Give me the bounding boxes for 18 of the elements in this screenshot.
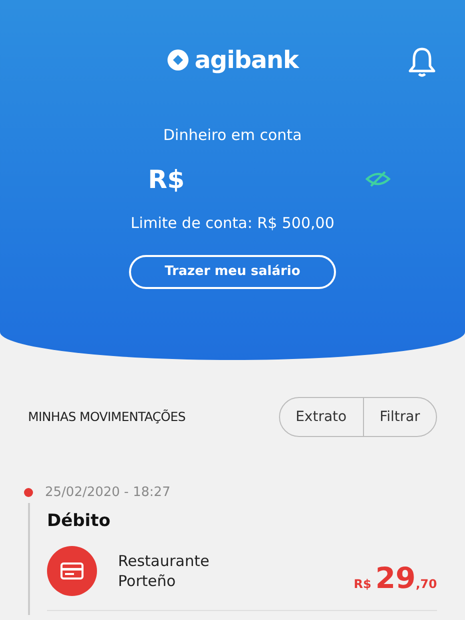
merchant-name: Restaurante Porteño (118, 551, 210, 591)
section-title: MINHAS MOVIMENTAÇÕES (28, 408, 186, 426)
currency-label: R$ (354, 576, 372, 592)
entry-date: 25/02/2020 - 18:27 (45, 484, 170, 502)
amount-cents: ,70 (416, 576, 437, 592)
balance-label: Dinheiro em conta (163, 125, 302, 146)
currency-symbol: R$ (148, 164, 185, 196)
logo-icon (166, 49, 189, 71)
entry-type: Débito (47, 510, 112, 532)
segment-button[interactable]: Filtrar (362, 398, 436, 436)
eye-slash-icon[interactable] (365, 170, 391, 188)
bring-salary-button[interactable]: Trazer meu salário (129, 254, 336, 288)
brand-name: agibank (194, 48, 298, 72)
segment-button[interactable]: Extrato (280, 398, 363, 436)
account-limit: Limite de conta: R$ 500,00 (130, 213, 334, 234)
amount-value: 29 (375, 564, 416, 592)
bell-icon[interactable] (407, 46, 437, 78)
card-icon (47, 546, 97, 596)
